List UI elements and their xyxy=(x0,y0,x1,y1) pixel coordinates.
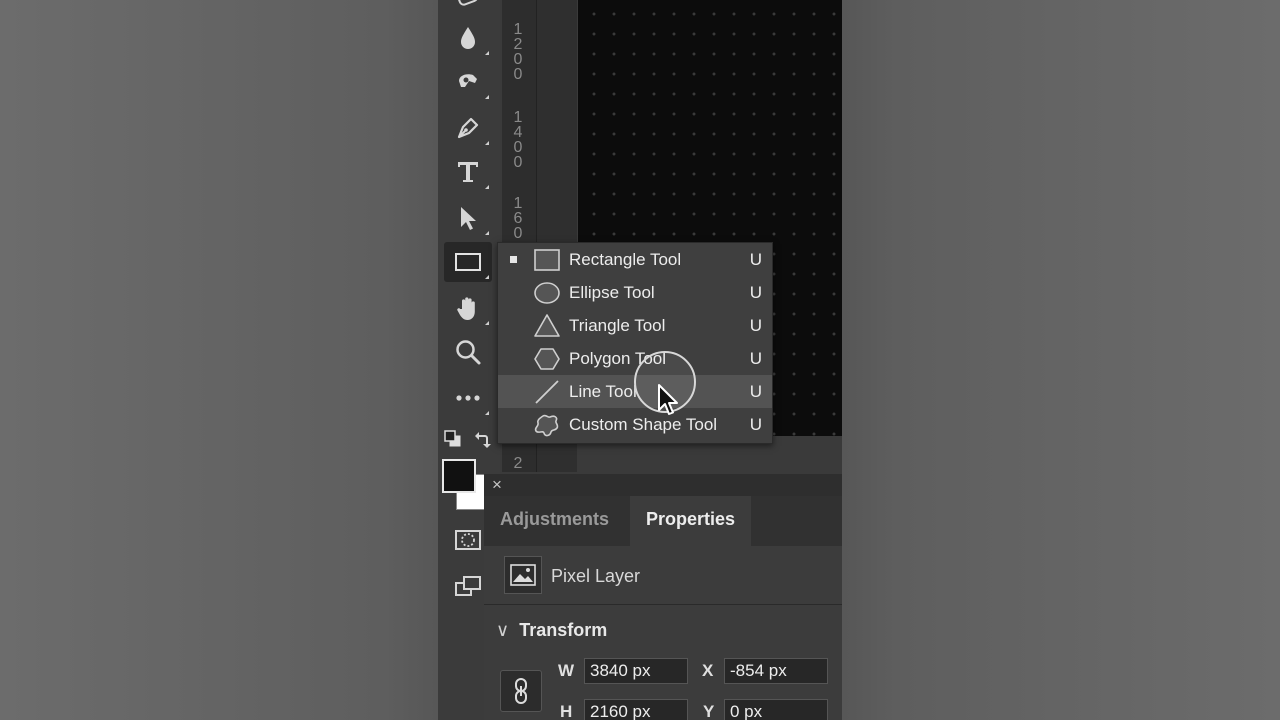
height-field[interactable]: 2160 px xyxy=(584,699,688,720)
flyout-item-label: Custom Shape Tool xyxy=(569,415,718,434)
layer-type-label: Pixel Layer xyxy=(551,566,641,586)
section-title: Transform xyxy=(519,620,608,640)
pen-nib-icon xyxy=(457,117,479,139)
flyout-item-ellipse-tool[interactable]: Ellipse Tool U xyxy=(498,276,772,309)
healing-brush-tool[interactable] xyxy=(444,0,492,18)
ruler-label: 2 xyxy=(513,455,523,472)
rectangle-icon xyxy=(534,249,560,271)
magnifier-icon xyxy=(456,340,481,365)
quick-mask-icon xyxy=(455,530,481,550)
line-icon xyxy=(535,380,559,404)
chevron-down-icon: ∨ xyxy=(496,620,510,640)
shape-tools-flyout: Rectangle Tool U Ellipse Tool U Triangle… xyxy=(497,242,773,444)
rectangle-icon xyxy=(455,253,481,271)
panel-tabs: Adjustments Properties xyxy=(484,496,842,546)
tab-properties[interactable]: Properties xyxy=(630,496,752,546)
x-position-field[interactable]: -854 px xyxy=(724,658,828,684)
blur-tool[interactable] xyxy=(444,18,492,58)
shortcut-key: U xyxy=(749,382,762,401)
shortcut-key: U xyxy=(749,349,762,368)
x-label: X xyxy=(702,661,714,680)
hand-icon xyxy=(457,297,475,320)
custom-shape-icon xyxy=(534,414,559,437)
shortcut-key: U xyxy=(749,250,762,269)
edit-toolbar-button[interactable] xyxy=(444,378,492,418)
link-dimensions-button[interactable] xyxy=(500,670,542,712)
chain-link-icon xyxy=(515,678,527,704)
swap-colors-icon[interactable] xyxy=(472,430,492,448)
triangle-icon xyxy=(534,314,560,337)
more-dots-icon xyxy=(456,395,480,401)
transform-section-header[interactable]: ∨ Transform xyxy=(496,620,607,641)
height-label: H xyxy=(560,702,573,720)
smudge-tool[interactable] xyxy=(444,62,492,102)
panel-title-bar: × xyxy=(484,474,842,496)
width-label: W xyxy=(558,661,575,680)
flyout-item-label: Ellipse Tool xyxy=(569,283,655,302)
dodge-burn-icon xyxy=(459,74,477,87)
y-label: Y xyxy=(703,702,715,720)
path-selection-tool[interactable] xyxy=(444,198,492,238)
flyout-item-rectangle-tool[interactable]: Rectangle Tool U xyxy=(498,243,772,276)
drop-icon xyxy=(461,27,475,49)
rectangle-tool[interactable] xyxy=(444,242,492,282)
default-colors-icon[interactable] xyxy=(444,430,462,448)
layer-type-row: Pixel Layer xyxy=(484,546,842,605)
close-panel-button[interactable]: × xyxy=(492,474,502,496)
zoom-tool[interactable] xyxy=(444,332,492,372)
shortcut-key: U xyxy=(749,316,762,335)
mouse-cursor-icon xyxy=(658,384,678,415)
ruler-label: 1 4 0 0 xyxy=(513,109,523,171)
y-position-field[interactable]: 0 px xyxy=(724,699,828,720)
flyout-item-label: Rectangle Tool xyxy=(569,250,682,269)
flyout-item-custom-shape-tool[interactable]: Custom Shape Tool U xyxy=(498,408,772,441)
foreground-color-swatch[interactable] xyxy=(442,459,476,493)
type-tool[interactable] xyxy=(444,152,492,192)
hand-tool[interactable] xyxy=(444,288,492,328)
screen-mode-icon xyxy=(455,576,481,596)
ruler-label: 1 2 0 0 xyxy=(513,21,523,83)
flyout-item-label: Line Tool xyxy=(569,382,637,401)
tab-adjustments[interactable]: Adjustments xyxy=(484,496,625,546)
selected-indicator xyxy=(510,256,517,263)
shortcut-key: U xyxy=(749,283,762,302)
pen-tool[interactable] xyxy=(444,108,492,148)
polygon-icon xyxy=(534,348,560,370)
type-t-icon xyxy=(458,162,478,182)
photoshop-window: 1 2 0 0 1 4 0 0 1 6 0 0 2 Rectangle Tool… xyxy=(438,0,842,720)
arrow-pointer-icon xyxy=(461,207,476,230)
flyout-item-label: Triangle Tool xyxy=(569,316,666,335)
shortcut-key: U xyxy=(749,415,762,434)
bandage-icon xyxy=(457,0,479,6)
ellipse-icon xyxy=(534,282,560,304)
properties-panel: × Adjustments Properties Pixel Layer ∨ Tr… xyxy=(484,474,842,720)
pixel-layer-icon xyxy=(504,556,542,594)
flyout-item-triangle-tool[interactable]: Triangle Tool U xyxy=(498,309,772,342)
width-field[interactable]: 3840 px xyxy=(584,658,688,684)
